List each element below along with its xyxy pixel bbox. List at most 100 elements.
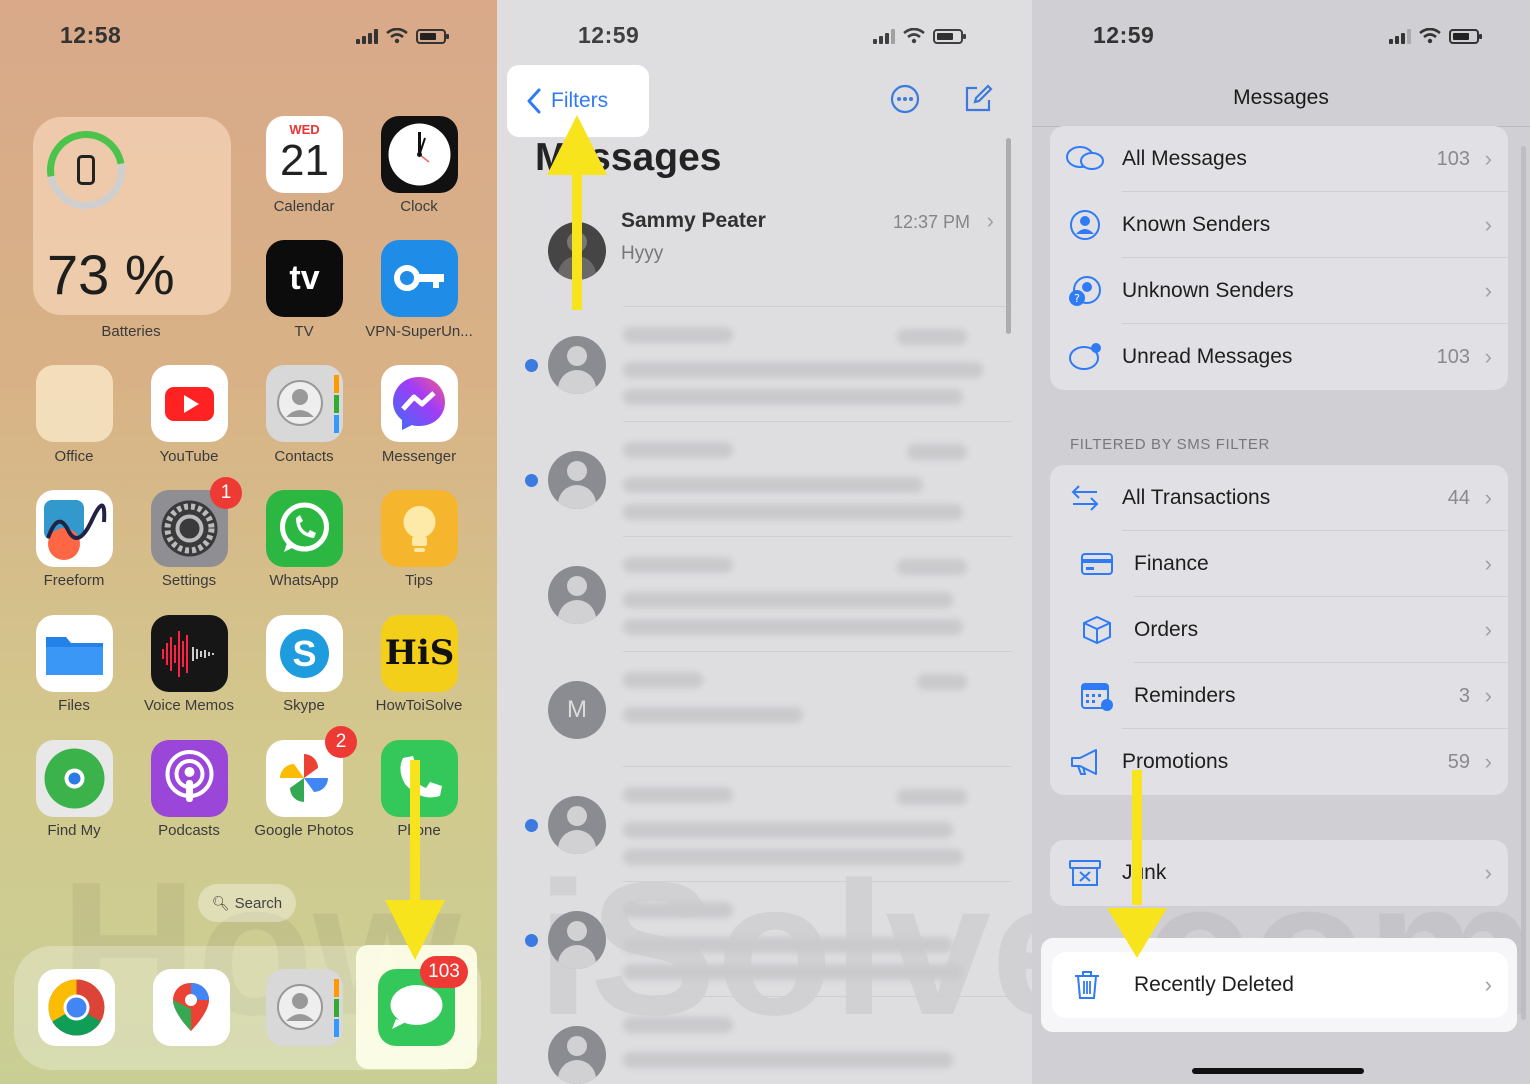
chevron-right-icon: ›: [1484, 146, 1492, 171]
app-label: Office: [54, 448, 94, 465]
calendar-app[interactable]: WED 21: [266, 116, 343, 193]
filter-row-reminders[interactable]: Reminders 3 ›: [1050, 663, 1508, 729]
filter-label: Unknown Senders: [1122, 279, 1294, 302]
apple-tv-icon[interactable]: tv: [266, 240, 343, 317]
filter-label: Finance: [1134, 552, 1209, 575]
wifi-icon: [386, 28, 408, 44]
app-label: TV: [294, 323, 314, 340]
app-label: Freeform: [43, 572, 105, 589]
chevron-right-icon: ›: [1484, 278, 1492, 303]
more-options-icon[interactable]: [890, 84, 920, 114]
filter-row-finance[interactable]: Finance ›: [1050, 531, 1508, 597]
google-photos-badge: 2: [325, 726, 357, 758]
skype-icon[interactable]: S: [266, 615, 343, 692]
filter-label: Recently Deleted: [1134, 973, 1294, 996]
chevron-right-icon: ›: [1484, 485, 1492, 510]
conversation-row[interactable]: [497, 767, 1032, 881]
filter-row-all-transactions[interactable]: All Transactions 44 ›: [1050, 465, 1508, 531]
widget-label: Batteries: [101, 323, 161, 340]
battery-icon: [1449, 28, 1482, 44]
unread-dot: [525, 819, 538, 832]
clock-icon[interactable]: [381, 116, 458, 193]
junk-box-icon: [1064, 852, 1106, 894]
files-icon[interactable]: [36, 615, 113, 692]
app-label: Settings: [161, 572, 217, 589]
chevron-right-icon: ›: [1484, 344, 1492, 369]
contacts-icon[interactable]: [266, 365, 343, 442]
battery-icon: [933, 28, 966, 44]
office-folder-icon[interactable]: [36, 365, 113, 442]
unread-dot: [525, 359, 538, 372]
messenger-icon[interactable]: [381, 365, 458, 442]
podcasts-icon[interactable]: [151, 740, 228, 817]
filter-label: All Transactions: [1122, 486, 1271, 509]
find-my-icon[interactable]: [36, 740, 113, 817]
waveform-icon[interactable]: [151, 615, 228, 692]
google-maps-icon[interactable]: [153, 969, 230, 1046]
megaphone-icon: [1064, 741, 1106, 783]
wifi-icon: [903, 28, 925, 44]
signal-icon: [1389, 28, 1411, 44]
scrollbar[interactable]: [1521, 146, 1526, 1020]
status-time: 12:59: [578, 22, 640, 48]
yellow-arrow-down: [1107, 770, 1167, 958]
app-label: Voice Memos: [143, 697, 235, 714]
wifi-icon: [1419, 28, 1441, 44]
status-bar: 12:59: [1032, 22, 1530, 56]
yellow-arrow-up: [547, 115, 607, 310]
unread-dot: [525, 934, 538, 947]
chrome-icon[interactable]: [38, 969, 115, 1046]
filter-row-known-senders[interactable]: Known Senders ›: [1050, 192, 1508, 258]
whatsapp-icon[interactable]: [266, 490, 343, 567]
status-icons: [356, 28, 449, 44]
filter-label: Orders: [1134, 618, 1199, 641]
filter-count: 44: [1447, 486, 1470, 509]
chevron-right-icon: ›: [986, 208, 994, 233]
filter-label: Reminders: [1134, 684, 1236, 707]
app-label: YouTube: [159, 448, 219, 465]
conversation-row[interactable]: [497, 422, 1032, 536]
conversation-row[interactable]: [497, 307, 1032, 421]
conversation-row[interactable]: [497, 537, 1032, 651]
app-label: Google Photos: [254, 822, 354, 839]
settings-badge: 1: [210, 477, 242, 509]
filter-row-orders[interactable]: Orders ›: [1050, 597, 1508, 663]
app-label: VPN-SuperUn...: [365, 323, 473, 340]
search-icon: 🔍︎: [211, 894, 230, 911]
credit-card-icon: [1076, 543, 1118, 585]
conversation-row[interactable]: [497, 997, 1032, 1084]
howtoisolve-icon[interactable]: HiS: [381, 615, 458, 692]
his-glyph: HiS: [384, 633, 455, 673]
filter-row-unread-messages[interactable]: Unread Messages 103 ›: [1050, 324, 1508, 390]
compose-icon[interactable]: [963, 84, 993, 114]
conversation-row[interactable]: [497, 882, 1032, 996]
calendar-weekday: WED: [289, 122, 320, 137]
batteries-widget[interactable]: 73 %: [31, 115, 231, 315]
back-label: Filters: [551, 89, 609, 112]
app-label: Clock: [400, 198, 438, 215]
conversation-preview: Hyyy: [621, 243, 664, 264]
lightbulb-icon[interactable]: [381, 490, 458, 567]
tv-glyph: tv: [289, 259, 320, 297]
signal-icon: [356, 28, 378, 44]
home-screen-panel: How 12:58 73 % Batteries WED 21 Calendar…: [0, 0, 497, 1084]
filter-row-recently-deleted[interactable]: Recently Deleted ›: [1052, 952, 1508, 1018]
app-label: HowToiSolve: [375, 697, 463, 714]
key-icon[interactable]: [381, 240, 458, 317]
messages-filter-group: All Messages 103 › Known Senders › ? Unk…: [1050, 126, 1508, 390]
svg-text:?: ?: [1074, 292, 1080, 305]
home-search-button[interactable]: 🔍︎ Search: [198, 884, 296, 922]
status-bar: 12:59: [497, 22, 1032, 56]
filter-row-all-messages[interactable]: All Messages 103 ›: [1050, 126, 1508, 192]
freeform-icon[interactable]: [36, 490, 113, 567]
filter-row-unknown-senders[interactable]: ? Unknown Senders ›: [1050, 258, 1508, 324]
app-label: Contacts: [274, 448, 334, 465]
conversation-row[interactable]: M: [497, 652, 1032, 766]
youtube-icon[interactable]: [151, 365, 228, 442]
filter-count: 103: [1436, 147, 1470, 170]
status-bar: 12:58: [0, 22, 497, 56]
contacts-icon[interactable]: [266, 969, 343, 1046]
app-label: Tips: [405, 572, 433, 589]
scrollbar[interactable]: [1006, 138, 1011, 334]
app-label: Files: [58, 697, 90, 714]
